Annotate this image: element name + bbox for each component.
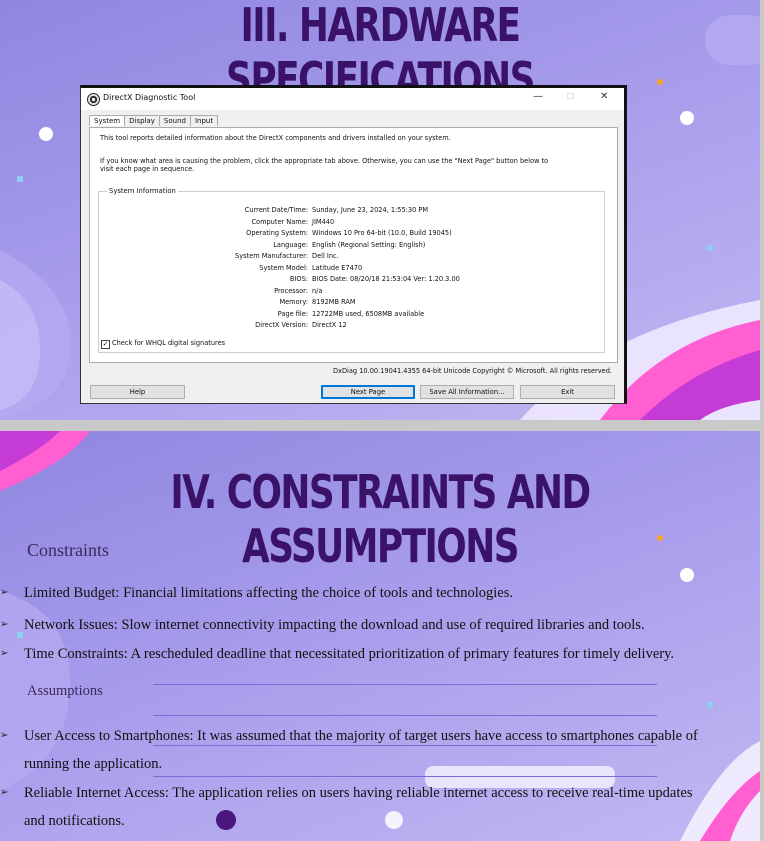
arrow-bullet-icon: ➢: [0, 648, 9, 659]
info-row: Computer Name: JIM440: [99, 218, 604, 229]
info-row: Language: English (Regional Setting: Engl…: [99, 241, 604, 252]
info-value: Dell Inc.: [312, 252, 339, 260]
next-page-button[interactable]: Next Page: [321, 385, 415, 399]
save-all-information-button[interactable]: Save All Information...: [420, 385, 514, 399]
info-row: Page file: 12722MB used, 6508MB available: [99, 310, 604, 321]
info-value: n/a: [312, 286, 323, 295]
info-label: Current Date/Time:: [244, 206, 308, 214]
system-tab-panel: This tool reports detailed information a…: [89, 127, 618, 363]
maximize-icon[interactable]: ☐: [567, 92, 574, 101]
tab-display[interactable]: Display: [124, 115, 160, 126]
constraint-text: Network Issues: Slow internet connectivi…: [24, 617, 645, 633]
instructions-text: If you know what area is causing the pro…: [100, 157, 549, 165]
info-value: JIM440: [312, 217, 335, 226]
help-button[interactable]: Help: [90, 385, 185, 399]
tab-bar: System Display Sound Input: [89, 115, 219, 127]
arrow-bullet-icon: ➢: [0, 619, 9, 630]
divider-line: [153, 715, 657, 716]
info-row: BIOS: BIOS Date: 08/20/18 21:53:04 Ver: 1…: [99, 275, 604, 286]
info-label: System Model:: [259, 263, 308, 272]
info-label: Page file:: [277, 309, 308, 318]
constraints-heading: Constraints: [27, 540, 110, 560]
slide-title: IV. CONSTRAINTS AND ASSUMPTIONS: [170, 465, 591, 573]
arrow-bullet-icon: ➢: [0, 730, 9, 741]
directx-app-icon: [87, 93, 100, 106]
slide-constraints-assumptions: IV. CONSTRAINTS AND ASSUMPTIONS Constrai…: [0, 431, 760, 841]
window-titlebar[interactable]: DirectX Diagnostic Tool — ☐ ✕: [81, 88, 624, 110]
arrow-bullet-icon: ➢: [0, 787, 9, 798]
assumption-text-cont: running the application.: [24, 756, 163, 772]
divider-line: [153, 776, 657, 777]
info-value: Windows 10 Pro 64-bit (10.0, Build 19045…: [312, 229, 452, 237]
info-label: Language:: [273, 240, 308, 249]
info-value: Sunday, June 23, 2024, 1:55:30 PM: [312, 206, 429, 214]
divider-line: [153, 684, 657, 685]
instructions-text-cont: visit each page in sequence.: [100, 165, 195, 173]
checkbox-checked-icon[interactable]: ✓: [101, 340, 110, 349]
info-value: 8192MB RAM: [312, 298, 356, 306]
directx-diagnostic-window: DirectX Diagnostic Tool — ☐ ✕ System Dis…: [80, 85, 627, 404]
info-label: System Manufacturer:: [235, 252, 308, 260]
assumptions-heading: Assumptions: [27, 683, 103, 699]
info-label: DirectX Version:: [255, 321, 308, 329]
whql-label: Check for WHQL digital signatures: [112, 339, 226, 347]
assumption-text: User Access to Smartphones: It was assum…: [24, 728, 698, 744]
whql-checkbox[interactable]: ✓ Check for WHQL digital signatures: [101, 339, 225, 349]
tab-input[interactable]: Input: [189, 115, 219, 126]
info-row: Operating System: Windows 10 Pro 64-bit (…: [99, 229, 604, 240]
info-row: System Model: Latitude E7470: [99, 264, 604, 275]
tab-sound[interactable]: Sound: [158, 115, 191, 126]
tab-system[interactable]: System: [89, 115, 126, 126]
info-row: Processor: n/a: [99, 287, 604, 298]
info-row: System Manufacturer: Dell Inc.: [99, 252, 604, 263]
constraint-text: Limited Budget: Financial limitations af…: [24, 585, 513, 601]
system-information-group: System Information Current Date/Time: Sun…: [98, 187, 605, 353]
info-value: BIOS Date: 08/20/18 21:53:04 Ver: 1.20.3…: [312, 275, 460, 283]
info-label: Operating System:: [246, 229, 308, 237]
info-value: 12722MB used, 6508MB available: [312, 309, 425, 318]
window-title: DirectX Diagnostic Tool: [103, 93, 196, 102]
assumption-text: Reliable Internet Access: The applicatio…: [24, 785, 693, 801]
info-value: Latitude E7470: [312, 263, 363, 272]
info-label: Processor:: [274, 286, 308, 295]
assumption-text-cont: and notifications.: [24, 813, 125, 829]
info-row: DirectX Version: DirectX 12: [99, 321, 604, 332]
intro-text: This tool reports detailed information a…: [100, 134, 451, 142]
info-label: Computer Name:: [251, 217, 308, 226]
minimize-icon[interactable]: —: [533, 91, 543, 102]
info-value: DirectX 12: [312, 321, 347, 329]
info-row: Current Date/Time: Sunday, June 23, 2024,…: [99, 206, 604, 217]
info-label: Memory:: [279, 298, 308, 306]
info-value: English (Regional Setting: English): [312, 240, 426, 249]
constraint-text: Time Constraints: A rescheduled deadline…: [24, 646, 675, 662]
info-row: Memory: 8192MB RAM: [99, 298, 604, 309]
exit-button[interactable]: Exit: [520, 385, 615, 399]
slide-hardware-specifications: III. HARDWARE SPECIFICATIONS DirectX Dia…: [0, 0, 760, 420]
version-copyright-text: DxDiag 10.00.19041.4355 64-bit Unicode C…: [333, 367, 612, 375]
arrow-bullet-icon: ➢: [0, 587, 9, 598]
close-icon[interactable]: ✕: [600, 91, 608, 102]
info-label: BIOS:: [289, 275, 308, 283]
group-title: System Information: [107, 187, 178, 195]
